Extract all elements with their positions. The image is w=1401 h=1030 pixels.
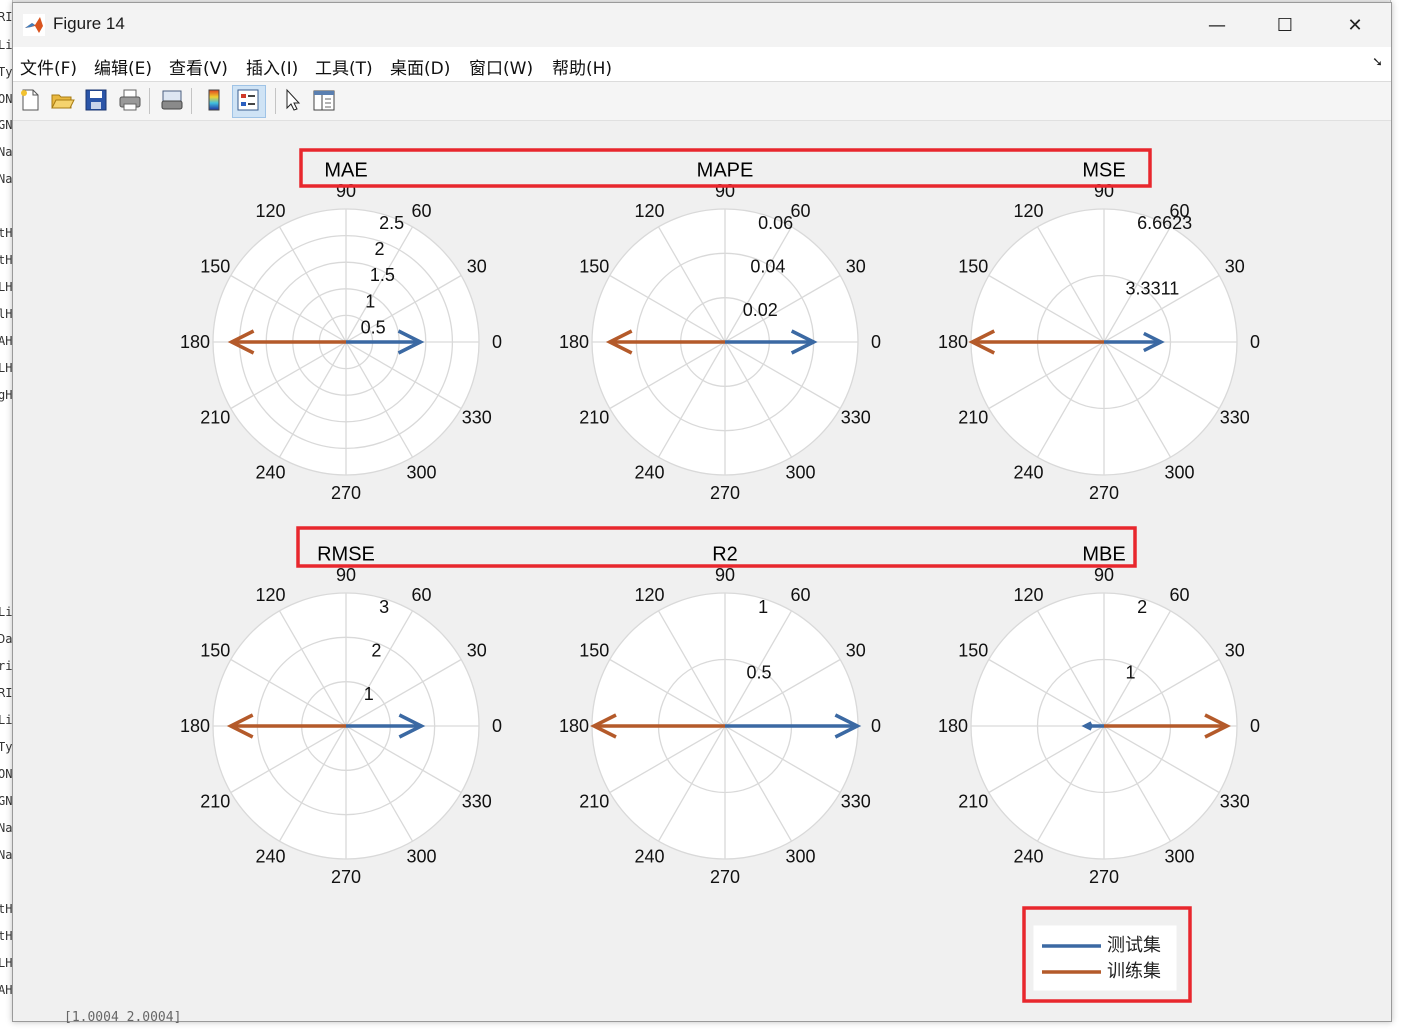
radial-tick-label: 1 xyxy=(1126,662,1136,682)
angle-tick-label: 240 xyxy=(1013,847,1043,867)
angle-tick-label: 330 xyxy=(841,407,871,427)
angle-tick-label: 60 xyxy=(1169,585,1189,605)
angle-tick-label: 30 xyxy=(467,640,487,660)
radial-tick-label: 1 xyxy=(364,684,374,704)
angle-tick-label: 30 xyxy=(1225,256,1245,276)
angle-tick-label: 270 xyxy=(710,867,740,887)
angle-tick-label: 120 xyxy=(634,585,664,605)
angle-tick-label: 240 xyxy=(634,463,664,483)
angle-tick-label: 150 xyxy=(579,256,609,276)
angle-tick-label: 30 xyxy=(846,256,866,276)
angle-tick-label: 210 xyxy=(579,407,609,427)
angle-tick-label: 180 xyxy=(180,716,210,736)
angle-tick-label: 210 xyxy=(200,407,230,427)
angle-tick-label: 150 xyxy=(200,256,230,276)
angle-tick-label: 300 xyxy=(785,847,815,867)
chart-title: MSE xyxy=(1082,159,1125,181)
angle-tick-label: 270 xyxy=(331,483,361,503)
angle-tick-label: 270 xyxy=(1089,867,1119,887)
angle-tick-label: 120 xyxy=(634,201,664,221)
radial-tick-label: 3.3311 xyxy=(1126,278,1180,298)
angle-tick-label: 240 xyxy=(1013,463,1043,483)
angle-tick-label: 300 xyxy=(785,463,815,483)
angle-tick-label: 240 xyxy=(255,847,285,867)
angle-tick-label: 240 xyxy=(634,847,664,867)
background-text-fragment: [1.0004 2.0004] xyxy=(64,1010,182,1025)
angle-tick-label: 240 xyxy=(255,463,285,483)
angle-tick-label: 270 xyxy=(1089,483,1119,503)
chart-title: MBE xyxy=(1082,543,1125,565)
angle-tick-label: 210 xyxy=(958,791,988,811)
angle-tick-label: 330 xyxy=(841,791,871,811)
angle-tick-label: 300 xyxy=(1164,847,1194,867)
angle-tick-label: 300 xyxy=(406,463,436,483)
angle-tick-label: 0 xyxy=(1250,716,1260,736)
angle-tick-label: 30 xyxy=(1225,640,1245,660)
radial-tick-label: 2 xyxy=(374,239,384,259)
angle-tick-label: 60 xyxy=(411,201,431,221)
radial-tick-label: 2 xyxy=(1137,597,1147,617)
radial-tick-label: 3 xyxy=(379,597,389,617)
angle-tick-label: 330 xyxy=(462,791,492,811)
radial-tick-label: 1.5 xyxy=(370,265,395,285)
radial-tick-label: 0.5 xyxy=(747,662,772,682)
angle-tick-label: 180 xyxy=(180,332,210,352)
radial-tick-label: 0.02 xyxy=(743,300,778,320)
angle-tick-label: 60 xyxy=(790,201,810,221)
angle-tick-label: 180 xyxy=(938,332,968,352)
angle-tick-label: 150 xyxy=(200,640,230,660)
radial-tick-label: 2.5 xyxy=(379,213,404,233)
angle-tick-label: 0 xyxy=(871,332,881,352)
radial-tick-label: 1 xyxy=(365,291,375,311)
legend-label-train: 训练集 xyxy=(1107,961,1161,982)
angle-tick-label: 180 xyxy=(938,716,968,736)
angle-tick-label: 90 xyxy=(336,181,356,201)
legend-label-test: 测试集 xyxy=(1107,935,1161,956)
angle-tick-label: 180 xyxy=(559,716,589,736)
angle-tick-label: 0 xyxy=(871,716,881,736)
angle-tick-label: 150 xyxy=(958,640,988,660)
radial-tick-label: 0.06 xyxy=(758,213,793,233)
radial-tick-label: 1 xyxy=(758,597,768,617)
angle-tick-label: 60 xyxy=(411,585,431,605)
angle-tick-label: 30 xyxy=(846,640,866,660)
angle-tick-label: 150 xyxy=(958,256,988,276)
angle-tick-label: 0 xyxy=(492,716,502,736)
angle-tick-label: 90 xyxy=(715,181,735,201)
radial-tick-label: 6.6623 xyxy=(1137,213,1192,233)
angle-tick-label: 120 xyxy=(1013,585,1043,605)
angle-tick-label: 330 xyxy=(1220,407,1250,427)
angle-tick-label: 0 xyxy=(1250,332,1260,352)
angle-tick-label: 0 xyxy=(492,332,502,352)
angle-tick-label: 300 xyxy=(1164,463,1194,483)
chart-title: MAPE xyxy=(697,159,754,181)
chart-title: R2 xyxy=(712,543,738,565)
radial-tick-label: 0.5 xyxy=(361,318,386,338)
angle-tick-label: 90 xyxy=(1094,181,1114,201)
angle-tick-label: 210 xyxy=(200,791,230,811)
angle-tick-label: 60 xyxy=(790,585,810,605)
angle-tick-label: 30 xyxy=(467,256,487,276)
angle-tick-label: 330 xyxy=(1220,791,1250,811)
chart-title: MAE xyxy=(324,159,367,181)
angle-tick-label: 210 xyxy=(958,407,988,427)
angle-tick-label: 120 xyxy=(255,201,285,221)
radial-tick-label: 2 xyxy=(371,640,381,660)
angle-tick-label: 300 xyxy=(406,847,436,867)
angle-tick-label: 270 xyxy=(331,867,361,887)
angle-tick-label: 180 xyxy=(559,332,589,352)
angle-tick-label: 270 xyxy=(710,483,740,503)
polar-charts-canvas: 03060901201501802102402703003300.511.522… xyxy=(180,148,1260,1003)
chart-title: RMSE xyxy=(317,543,375,565)
angle-tick-label: 210 xyxy=(579,791,609,811)
angle-tick-label: 120 xyxy=(255,585,285,605)
angle-tick-label: 330 xyxy=(462,407,492,427)
radial-tick-label: 0.04 xyxy=(750,256,785,276)
angle-tick-label: 120 xyxy=(1013,201,1043,221)
angle-tick-label: 150 xyxy=(579,640,609,660)
